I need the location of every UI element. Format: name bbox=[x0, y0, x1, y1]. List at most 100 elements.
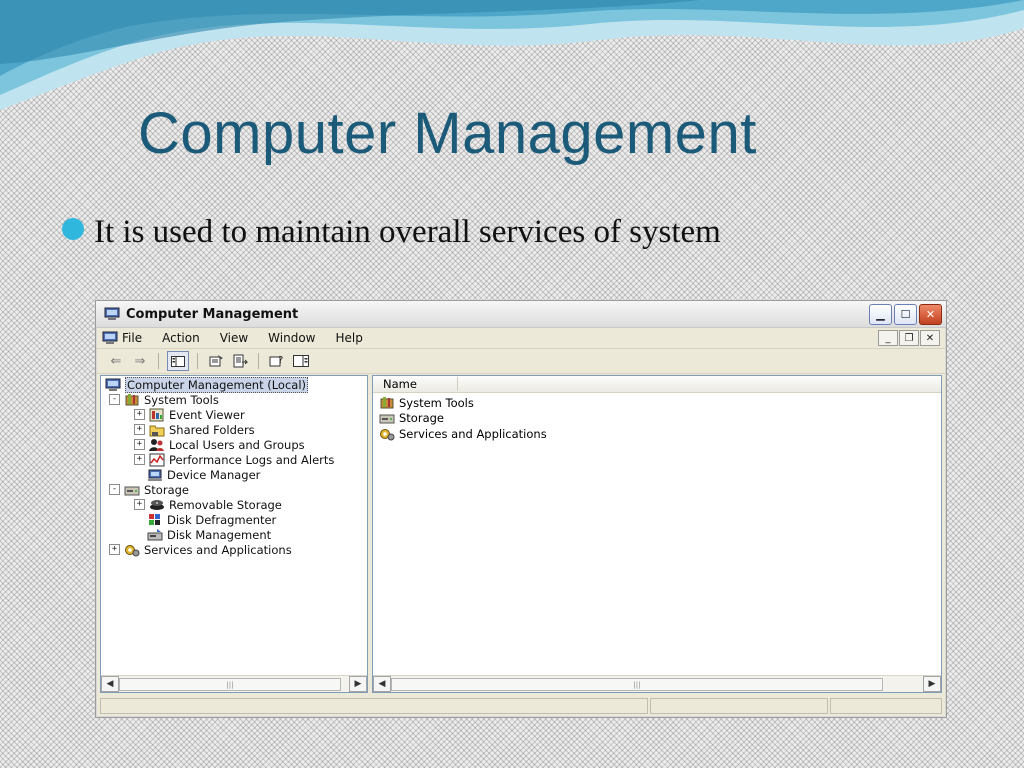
expand-toggle[interactable]: + bbox=[134, 454, 145, 465]
details-horizontal-scrollbar[interactable]: ◀ ||| ▶ bbox=[373, 675, 941, 692]
performance-icon bbox=[149, 453, 165, 466]
menu-view[interactable]: View bbox=[210, 331, 258, 345]
bullet-dot-icon bbox=[62, 217, 84, 240]
tree-label: Performance Logs and Alerts bbox=[169, 452, 335, 467]
list-item-system-tools[interactable]: System Tools bbox=[379, 395, 941, 411]
properties-icon[interactable] bbox=[206, 352, 226, 370]
status-panel-main bbox=[100, 698, 648, 714]
scroll-left-button[interactable]: ◀ bbox=[373, 676, 391, 692]
tree-label: Disk Management bbox=[167, 527, 272, 542]
tree-node-event-viewer[interactable]: + Event Viewer bbox=[105, 407, 367, 422]
services-icon bbox=[380, 428, 395, 441]
status-bar bbox=[100, 698, 942, 714]
mdi-close-button[interactable]: ✕ bbox=[920, 330, 940, 346]
list-item-label: Storage bbox=[399, 411, 444, 426]
window-titlebar[interactable]: Computer Management ▁ ☐ ✕ bbox=[96, 301, 946, 328]
tools-icon bbox=[380, 396, 394, 409]
list-item-services-applications[interactable]: Services and Applications bbox=[379, 426, 941, 442]
tree-horizontal-scrollbar[interactable]: ◀ ||| ▶ bbox=[101, 675, 367, 692]
mdi-minimize-button[interactable]: _ bbox=[878, 330, 898, 346]
defrag-icon bbox=[149, 513, 160, 525]
tree-node-disk-defragmenter[interactable]: Disk Defragmenter bbox=[105, 512, 367, 527]
expand-toggle[interactable]: + bbox=[109, 544, 120, 555]
tree-node-storage[interactable]: - Storage bbox=[105, 482, 367, 497]
show-hide-tree-icon[interactable] bbox=[167, 351, 189, 371]
tree-label: Disk Defragmenter bbox=[167, 512, 277, 527]
computer-icon bbox=[102, 331, 118, 344]
tree-label: Event Viewer bbox=[169, 407, 245, 422]
scroll-thumb[interactable]: ||| bbox=[119, 678, 341, 691]
menu-help[interactable]: Help bbox=[326, 331, 373, 345]
column-header-row: Name bbox=[373, 376, 941, 393]
tree-node-system-tools[interactable]: - System Tools bbox=[105, 392, 367, 407]
scroll-track[interactable]: ||| bbox=[391, 678, 923, 691]
computer-icon bbox=[105, 378, 121, 391]
show-hide-action-pane-icon[interactable] bbox=[291, 352, 311, 370]
status-panel-middle bbox=[650, 698, 828, 714]
tree-label: Device Manager bbox=[167, 467, 261, 482]
tree-node-device-manager[interactable]: Device Manager bbox=[105, 467, 367, 482]
close-button[interactable]: ✕ bbox=[919, 303, 942, 325]
scroll-left-button[interactable]: ◀ bbox=[101, 676, 119, 692]
minimize-button[interactable]: ▁ bbox=[869, 303, 892, 325]
status-panel-right bbox=[830, 698, 942, 714]
export-list-icon[interactable] bbox=[230, 352, 250, 370]
tree-node-shared-folders[interactable]: + Shared Folders bbox=[105, 422, 367, 437]
device-manager-icon bbox=[148, 469, 162, 481]
users-icon bbox=[149, 438, 164, 451]
forward-arrow-icon[interactable]: ⇒ bbox=[130, 352, 150, 370]
tools-icon bbox=[125, 393, 139, 405]
scroll-thumb[interactable]: ||| bbox=[391, 678, 883, 691]
window-controls: ▁ ☐ ✕ bbox=[869, 303, 942, 325]
expand-toggle[interactable]: + bbox=[134, 409, 145, 420]
tree-node-services-applications[interactable]: + Services and Applications bbox=[105, 542, 367, 557]
toolbar: ⇐ ⇒ ? bbox=[96, 349, 946, 374]
scroll-track[interactable]: ||| bbox=[119, 678, 349, 691]
removable-storage-icon bbox=[150, 499, 164, 510]
menu-window[interactable]: Window bbox=[258, 331, 325, 345]
expand-toggle[interactable]: + bbox=[134, 424, 145, 435]
tree-label: Local Users and Groups bbox=[169, 437, 305, 452]
storage-icon bbox=[124, 486, 140, 495]
slide-title: Computer Management bbox=[138, 101, 757, 166]
tree-node-performance-logs[interactable]: + Performance Logs and Alerts bbox=[105, 452, 367, 467]
tree-label: Removable Storage bbox=[169, 497, 282, 512]
expand-toggle[interactable]: + bbox=[134, 499, 145, 510]
tree-node-computer-management[interactable]: Computer Management (Local) bbox=[105, 376, 367, 393]
tree-label: Computer Management (Local) bbox=[125, 376, 309, 393]
list-item-label: System Tools bbox=[399, 395, 474, 410]
event-viewer-icon bbox=[149, 408, 164, 421]
menu-file[interactable]: File bbox=[118, 331, 152, 345]
folder-icon bbox=[149, 425, 165, 436]
scroll-right-button[interactable]: ▶ bbox=[923, 676, 941, 692]
console-tree: Computer Management (Local) - System Too… bbox=[101, 376, 367, 557]
details-pane[interactable]: Name System Tools Storage Services and A… bbox=[372, 375, 942, 693]
menu-bar: File Action View Window Help _ ❐ ✕ bbox=[96, 328, 946, 349]
storage-icon bbox=[379, 414, 395, 424]
window-title: Computer Management bbox=[126, 306, 299, 322]
pane-container: Computer Management (Local) - System Too… bbox=[100, 375, 942, 693]
mdi-restore-button[interactable]: ❐ bbox=[899, 330, 919, 346]
back-arrow-icon[interactable]: ⇐ bbox=[106, 352, 126, 370]
help-icon[interactable]: ? bbox=[267, 352, 287, 370]
expand-toggle[interactable]: + bbox=[134, 439, 145, 450]
maximize-button[interactable]: ☐ bbox=[894, 303, 917, 325]
tree-node-disk-management[interactable]: Disk Management bbox=[105, 527, 367, 542]
tree-label: Storage bbox=[144, 482, 189, 497]
menu-action[interactable]: Action bbox=[152, 331, 210, 345]
console-tree-pane[interactable]: Computer Management (Local) - System Too… bbox=[100, 375, 368, 693]
computer-icon bbox=[104, 307, 120, 320]
column-header-name[interactable]: Name bbox=[383, 377, 458, 391]
disk-icon bbox=[147, 528, 163, 540]
mdi-controls: _ ❐ ✕ bbox=[878, 330, 940, 346]
collapse-toggle[interactable]: - bbox=[109, 484, 120, 495]
tree-label: Shared Folders bbox=[169, 422, 255, 437]
tree-node-removable-storage[interactable]: + Removable Storage bbox=[105, 497, 367, 512]
collapse-toggle[interactable]: - bbox=[109, 394, 120, 405]
list-item-storage[interactable]: Storage bbox=[379, 411, 941, 427]
scroll-right-button[interactable]: ▶ bbox=[349, 676, 367, 692]
tree-node-local-users-groups[interactable]: + Local Users and Groups bbox=[105, 437, 367, 452]
bullet-text: It is used to maintain overall services … bbox=[94, 214, 721, 250]
